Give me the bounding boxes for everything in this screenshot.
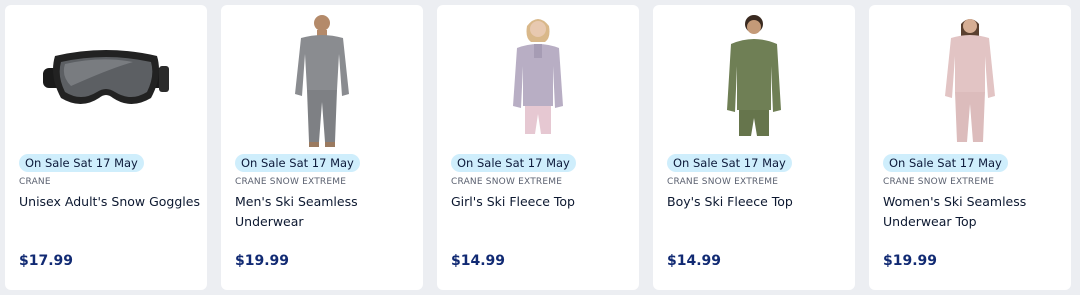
product-image[interactable]	[869, 11, 1071, 151]
sale-badge: On Sale Sat 17 May	[235, 154, 360, 172]
brand-label: CRANE SNOW EXTREME	[883, 177, 995, 187]
sale-badge: On Sale Sat 17 May	[19, 154, 144, 172]
womens-thermal-icon	[945, 19, 995, 142]
product-title[interactable]: Girl's Ski Fleece Top	[451, 192, 637, 212]
product-image[interactable]	[437, 11, 639, 151]
product-grid: On Sale Sat 17 May CRANE Unisex Adult's …	[5, 5, 1071, 290]
product-price: $14.99	[451, 253, 506, 269]
product-title[interactable]: Women's Ski Seamless Underwear Top	[883, 192, 1069, 232]
product-card-boys-fleece[interactable]: On Sale Sat 17 May CRANE SNOW EXTREME Bo…	[653, 5, 855, 290]
product-title[interactable]: Men's Ski Seamless Underwear	[235, 192, 421, 232]
product-price: $19.99	[883, 253, 938, 269]
product-title[interactable]: Boy's Ski Fleece Top	[667, 192, 853, 212]
brand-label: CRANE SNOW EXTREME	[235, 177, 347, 187]
mens-thermal-icon	[295, 15, 349, 147]
product-image[interactable]	[5, 11, 207, 151]
boys-fleece-icon	[727, 15, 781, 142]
product-card-snow-goggles[interactable]: On Sale Sat 17 May CRANE Unisex Adult's …	[5, 5, 207, 290]
brand-label: CRANE SNOW EXTREME	[451, 177, 563, 187]
product-image[interactable]	[653, 11, 855, 151]
product-price: $17.99	[19, 253, 74, 269]
sale-badge: On Sale Sat 17 May	[883, 154, 1008, 172]
product-price: $19.99	[235, 253, 290, 269]
product-title[interactable]: Unisex Adult's Snow Goggles	[19, 192, 205, 212]
sale-badge: On Sale Sat 17 May	[451, 154, 576, 172]
snow-goggles-icon	[43, 50, 169, 104]
product-card-girls-fleece[interactable]: On Sale Sat 17 May CRANE SNOW EXTREME Gi…	[437, 5, 639, 290]
girls-fleece-icon	[513, 19, 563, 134]
product-card-womens-underwear[interactable]: On Sale Sat 17 May CRANE SNOW EXTREME Wo…	[869, 5, 1071, 290]
sale-badge: On Sale Sat 17 May	[667, 154, 792, 172]
brand-label: CRANE SNOW EXTREME	[667, 177, 779, 187]
product-card-mens-underwear[interactable]: On Sale Sat 17 May CRANE SNOW EXTREME Me…	[221, 5, 423, 290]
product-image[interactable]	[221, 11, 423, 151]
brand-label: CRANE	[19, 177, 51, 187]
product-price: $14.99	[667, 253, 722, 269]
